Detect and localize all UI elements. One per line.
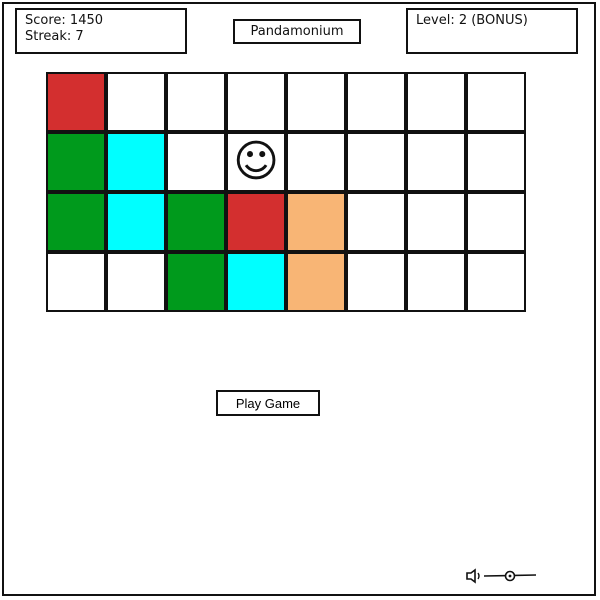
level-label: Level: 2 (BONUS) bbox=[416, 13, 528, 28]
board-cell[interactable] bbox=[466, 192, 526, 252]
game-title: Pandamonium bbox=[233, 19, 361, 44]
speaker-icon[interactable] bbox=[466, 568, 480, 584]
board-cell[interactable] bbox=[46, 192, 106, 252]
board-cell[interactable] bbox=[166, 72, 226, 132]
game-board: ☺ bbox=[46, 72, 526, 312]
board-cell[interactable] bbox=[46, 132, 106, 192]
board-cell[interactable] bbox=[406, 192, 466, 252]
board-cell[interactable] bbox=[46, 72, 106, 132]
board-cell[interactable] bbox=[226, 72, 286, 132]
streak-label: Streak: 7 bbox=[25, 29, 84, 44]
board-cell[interactable] bbox=[406, 72, 466, 132]
board-cell[interactable] bbox=[166, 252, 226, 312]
board-cell[interactable] bbox=[166, 132, 226, 192]
board-cell[interactable] bbox=[466, 252, 526, 312]
board-cell[interactable] bbox=[346, 132, 406, 192]
board-cell[interactable] bbox=[106, 252, 166, 312]
smiley-face-icon: ☺ bbox=[233, 136, 279, 187]
board-cell[interactable] bbox=[106, 72, 166, 132]
board-cell[interactable] bbox=[466, 132, 526, 192]
board-cell[interactable] bbox=[286, 192, 346, 252]
board-cell[interactable] bbox=[46, 252, 106, 312]
board-cell[interactable] bbox=[106, 132, 166, 192]
board-cell[interactable] bbox=[466, 72, 526, 132]
board-cell[interactable] bbox=[286, 132, 346, 192]
board-cell[interactable] bbox=[346, 72, 406, 132]
board-cell[interactable]: ☺ bbox=[226, 132, 286, 192]
board-cell[interactable] bbox=[346, 252, 406, 312]
board-cell[interactable] bbox=[106, 192, 166, 252]
board-cell[interactable] bbox=[226, 192, 286, 252]
board-cell[interactable] bbox=[346, 192, 406, 252]
volume-slider-handle-dot bbox=[508, 574, 512, 578]
board-cell[interactable] bbox=[406, 252, 466, 312]
board-cell[interactable] bbox=[406, 132, 466, 192]
volume-control bbox=[462, 566, 542, 586]
board-cell[interactable] bbox=[166, 192, 226, 252]
stats-panel: Score: 1450 Streak: 7 bbox=[15, 8, 187, 54]
score-label: Score: 1450 bbox=[25, 13, 104, 28]
board-cell[interactable] bbox=[286, 72, 346, 132]
board-cell[interactable] bbox=[226, 252, 286, 312]
level-panel: Level: 2 (BONUS) bbox=[406, 8, 578, 54]
play-game-button[interactable]: Play Game bbox=[216, 390, 320, 416]
board-cell[interactable] bbox=[286, 252, 346, 312]
